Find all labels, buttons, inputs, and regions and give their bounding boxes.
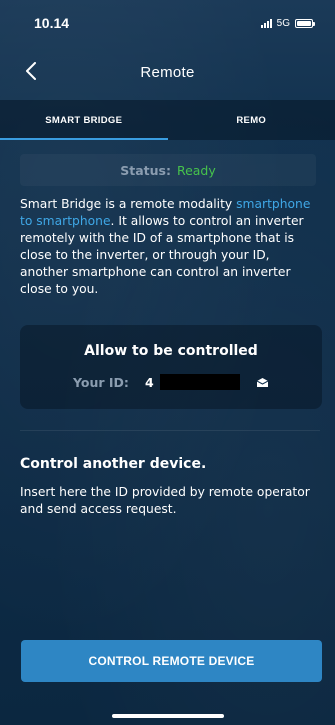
home-indicator[interactable]	[112, 714, 224, 718]
your-id-value: 4	[145, 374, 154, 390]
section-divider	[20, 430, 320, 431]
share-id-button[interactable]	[254, 374, 270, 390]
allow-control-card: Allow to be controlled Your ID: 4	[20, 325, 322, 409]
status-label: Status:	[120, 162, 171, 178]
your-id-label: Your ID:	[73, 374, 129, 390]
your-id-row: Your ID: 4	[73, 373, 240, 391]
allow-title: Allow to be controlled	[84, 343, 258, 359]
control-remote-device-button[interactable]: CONTROL REMOTE DEVICE	[21, 640, 322, 682]
status-row: Status: Ready	[20, 154, 316, 186]
system-icons: 5G	[260, 17, 315, 29]
page-title: Remote	[140, 63, 195, 81]
status-value: Ready	[176, 162, 216, 178]
tab-smart-bridge[interactable]: SMART BRIDGE	[0, 100, 168, 140]
back-button[interactable]	[18, 58, 44, 84]
smart-bridge-description: Smart Bridge is a remote modality smartp…	[20, 196, 320, 298]
status-bar: 10.14 5G	[0, 0, 335, 46]
network-type: 5G	[276, 17, 290, 29]
description-intro: Smart Bridge is a remote modality	[20, 197, 237, 211]
control-another-title: Control another device.	[20, 456, 207, 472]
envelope-icon	[256, 377, 268, 387]
nav-bar: Remote	[0, 46, 335, 98]
status-time: 10.14	[34, 15, 70, 31]
battery-icon	[295, 18, 315, 28]
signal-icon	[260, 18, 272, 28]
chevron-left-icon	[26, 62, 36, 80]
tab-bar: SMART BRIDGE REMO	[0, 100, 335, 140]
control-another-description: Insert here the ID provided by remote op…	[20, 485, 310, 516]
tab-remo[interactable]: REMO	[168, 100, 335, 140]
redacted-id	[159, 374, 240, 390]
phone-screen: 10.14 5G Remote SMART BRIDGE REMO Status…	[0, 0, 335, 725]
